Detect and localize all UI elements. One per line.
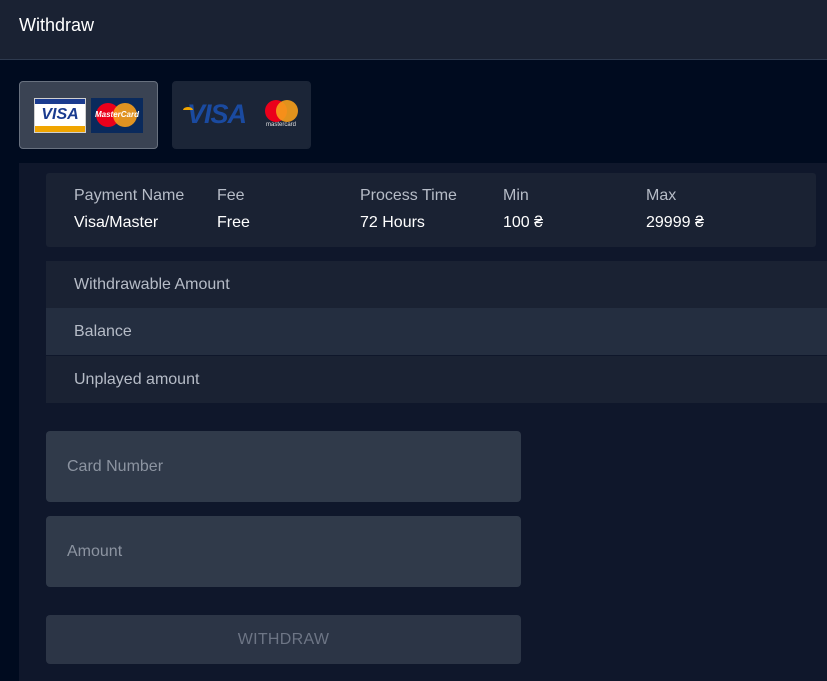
info-col-min: Min 100 ₴ xyxy=(503,187,543,232)
info-col-payment-name: Payment Name Visa/Master xyxy=(74,187,184,232)
info-header: Max xyxy=(646,187,677,204)
info-header: Payment Name xyxy=(74,187,185,204)
info-value: Visa/Master xyxy=(74,214,159,231)
header: Withdraw xyxy=(0,0,827,60)
info-header: Fee xyxy=(217,187,245,204)
payment-method-visa-mastercard[interactable]: VISA mastercard xyxy=(172,81,311,149)
withdrawable-amount-row: Withdrawable Amount xyxy=(46,261,827,308)
payment-method-visa-master-cards[interactable]: VISA MasterCard xyxy=(19,81,158,149)
info-col-max: Max 29999 ₴ xyxy=(646,187,704,232)
info-header: Min xyxy=(503,187,529,204)
mastercard-logo-icon: mastercard xyxy=(263,100,299,136)
unplayed-amount-row: Unplayed amount xyxy=(46,356,827,403)
visa-card-icon: VISA xyxy=(34,98,86,133)
info-col-fee: Fee Free xyxy=(217,187,250,232)
amount-input[interactable] xyxy=(46,516,521,587)
balance-row: Balance xyxy=(46,308,827,355)
info-value: 72 Hours xyxy=(360,214,425,231)
payment-info-table: Payment Name Visa/Master Fee Free Proces… xyxy=(46,173,816,247)
info-col-process-time: Process Time 72 Hours xyxy=(360,187,457,232)
info-value: 29999 ₴ xyxy=(646,214,704,231)
visa-logo-icon: VISA xyxy=(183,99,247,130)
amounts-list: Withdrawable Amount Balance Unplayed amo… xyxy=(46,261,827,403)
card-number-input[interactable] xyxy=(46,431,521,502)
mastercard-card-icon: MasterCard xyxy=(91,98,143,133)
info-header: Process Time xyxy=(360,187,457,204)
page-title: Withdraw xyxy=(19,15,95,35)
info-value: Free xyxy=(217,214,250,231)
info-value: 100 ₴ xyxy=(503,214,544,231)
withdraw-button[interactable]: WITHDRAW xyxy=(46,615,521,664)
